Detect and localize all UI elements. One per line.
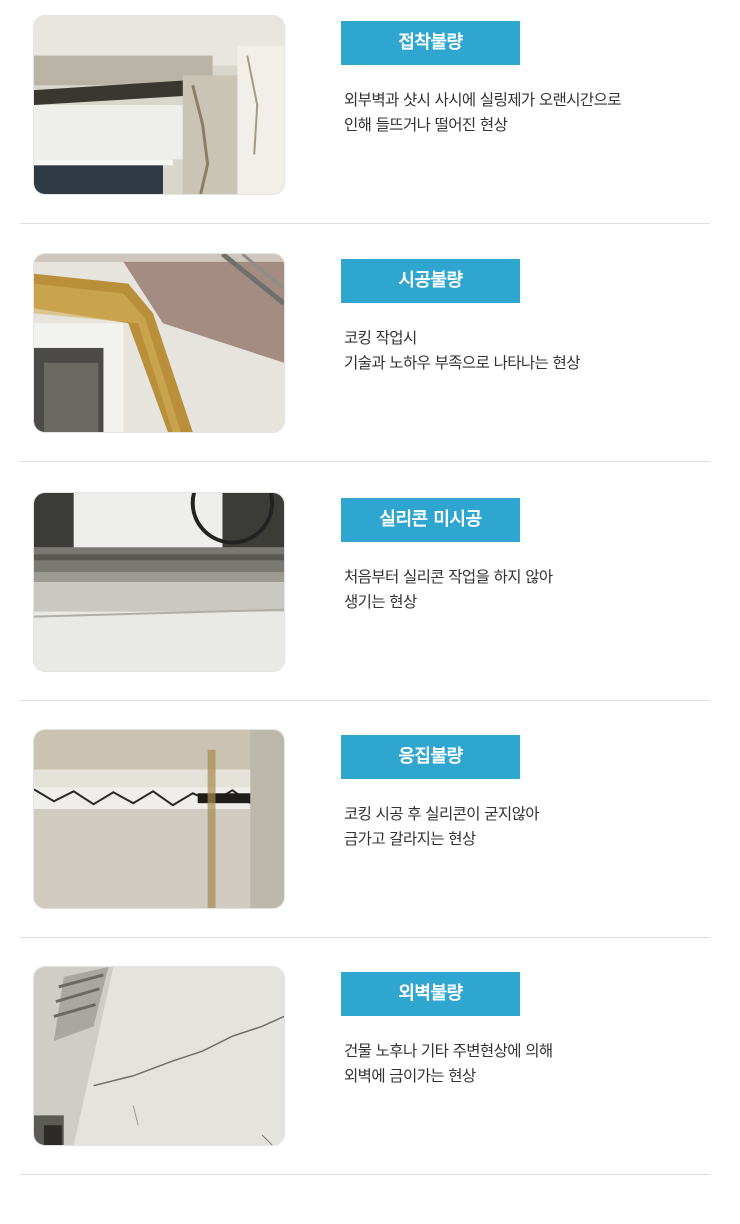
defect-title: 접착불량 — [341, 21, 520, 65]
defect-item-no-silicone: 실리콘 미시공 처음부터 실리콘 작업을 하지 않아 생기는 현상 — [0, 477, 740, 715]
defect-title: 실리콘 미시공 — [341, 498, 520, 542]
description-line: 코킹 시공 후 실리콘이 굳지않아 — [344, 805, 539, 823]
divider — [20, 461, 710, 462]
divider — [20, 937, 710, 938]
defect-description: 코킹 작업시 기술과 노하우 부족으로 나타나는 현상 — [344, 326, 714, 376]
defect-description: 건물 노후나 기타 주변현상에 의해 외벽에 금이가는 현상 — [344, 1039, 714, 1089]
defect-description: 외부벽과 샷시 사시에 실링제가 오랜시간으로 인해 들뜨거나 떨어진 현상 — [344, 88, 714, 138]
defect-description: 처음부터 실리콘 작업을 하지 않아 생기는 현상 — [344, 565, 714, 615]
cracked-wall-photo — [33, 966, 285, 1146]
description-line: 코킹 작업시 — [344, 329, 417, 347]
divider — [20, 1174, 710, 1175]
description-line: 금가고 갈라지는 현상 — [344, 830, 476, 848]
defect-title: 외벽불량 — [341, 972, 520, 1016]
divider — [20, 223, 710, 224]
peeling-sealant-photo — [33, 15, 285, 195]
defect-item-construction: 시공불량 코킹 작업시 기술과 노하우 부족으로 나타나는 현상 — [0, 238, 740, 476]
defect-item-cohesion: 응집불량 코킹 시공 후 실리콘이 굳지않아 금가고 갈라지는 현상 — [0, 714, 740, 952]
description-line: 외벽에 금이가는 현상 — [344, 1067, 476, 1085]
description-line: 외부벽과 샷시 사시에 실링제가 오랜시간으로 — [344, 91, 621, 109]
defect-item-exterior-wall: 외벽불량 건물 노후나 기타 주변현상에 의해 외벽에 금이가는 현상 — [0, 951, 740, 1189]
description-line: 생기는 현상 — [344, 593, 417, 611]
cracked-caulking-photo — [33, 729, 285, 909]
description-line: 인해 들뜨거나 떨어진 현상 — [344, 116, 508, 134]
description-line: 기술과 노하우 부족으로 나타나는 현상 — [344, 354, 580, 372]
stained-window-frame-photo — [33, 253, 285, 433]
missing-silicone-photo — [33, 492, 285, 672]
defect-title: 응집불량 — [341, 735, 520, 779]
divider — [20, 700, 710, 701]
description-line: 처음부터 실리콘 작업을 하지 않아 — [344, 568, 553, 586]
defect-title: 시공불량 — [341, 259, 520, 303]
description-line: 건물 노후나 기타 주변현상에 의해 — [344, 1042, 553, 1060]
defect-item-adhesion: 접착불량 외부벽과 샷시 사시에 실링제가 오랜시간으로 인해 들뜨거나 떨어진… — [0, 0, 740, 238]
defect-description: 코킹 시공 후 실리콘이 굳지않아 금가고 갈라지는 현상 — [344, 802, 714, 852]
